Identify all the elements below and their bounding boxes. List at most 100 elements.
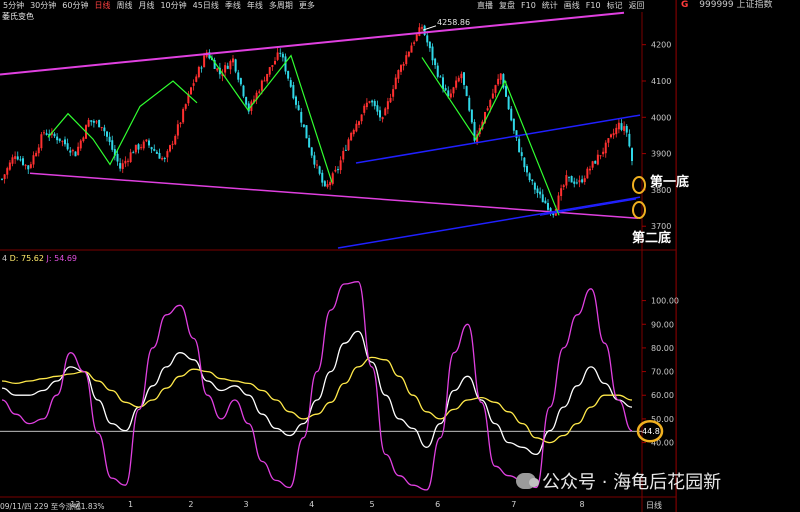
period-tab-daily[interactable]: 日线 <box>646 500 662 511</box>
candle-body <box>308 138 311 148</box>
candle-body <box>373 101 376 107</box>
kdj-tick-label: 60.00 <box>651 391 674 400</box>
candle-body <box>329 182 332 186</box>
candle-body <box>297 105 300 111</box>
candle-body <box>158 153 161 159</box>
candle-body <box>103 127 106 132</box>
candle-body <box>100 127 103 129</box>
candle-body <box>407 51 410 57</box>
candle-body <box>363 105 366 113</box>
candle-body <box>229 61 232 70</box>
watermark-text: 公众号 · 海龟后花园新 <box>542 472 722 493</box>
candle-body <box>586 168 589 179</box>
candle-body <box>145 139 148 142</box>
candle-body <box>148 140 150 146</box>
x-tick-label: 1 <box>128 500 133 509</box>
candle-body <box>45 133 48 135</box>
candle-body <box>536 188 539 193</box>
candle-body <box>628 133 631 147</box>
candle-body <box>599 155 602 157</box>
candle-body <box>242 85 245 97</box>
candle-body <box>560 188 563 197</box>
candle-body <box>19 159 22 161</box>
candle-body <box>281 53 284 58</box>
candle-body <box>184 104 187 109</box>
x-tick-label: 8 <box>580 500 585 509</box>
kdj-tick-label: 100.00 <box>651 297 679 306</box>
candle-body <box>3 174 6 180</box>
candle-body <box>562 185 565 188</box>
candle-body <box>581 179 584 183</box>
candle-body <box>64 139 66 145</box>
candle-body <box>604 142 607 154</box>
lower-trend-line <box>29 172 639 219</box>
candle-body <box>192 83 195 86</box>
candle-body <box>489 100 492 108</box>
candle-body <box>150 147 153 150</box>
candle-body <box>452 87 455 94</box>
candle-body <box>565 175 568 186</box>
blue-channel-lower <box>337 196 641 249</box>
candle-body <box>32 155 35 165</box>
candle-body <box>547 203 549 210</box>
candle-body <box>318 166 321 174</box>
candle-body <box>355 123 358 132</box>
kdj-value-label: 44.8 <box>642 427 660 436</box>
kdj-j-line <box>1 281 633 491</box>
x-tick-label: 2 <box>188 500 193 509</box>
candle-body <box>512 118 515 131</box>
candle-body <box>589 168 591 171</box>
candle-body <box>176 124 179 136</box>
kdj-tick-label: 80.00 <box>651 344 674 353</box>
candle-body <box>449 93 452 98</box>
candle-body <box>426 35 429 43</box>
candle-body <box>594 160 597 164</box>
candle-body <box>79 140 82 149</box>
candle-body <box>295 96 297 105</box>
candle-body <box>35 152 38 157</box>
candle-body <box>127 160 129 162</box>
candle-body <box>279 52 282 54</box>
candle-body <box>116 153 119 162</box>
candle-body <box>106 131 108 137</box>
candle-body <box>507 96 510 110</box>
kdj-tick-label: 90.00 <box>651 320 674 329</box>
candle-body <box>386 101 389 110</box>
candle-body <box>402 64 405 66</box>
candle-body <box>263 80 266 82</box>
candle-body <box>121 163 124 169</box>
candle-body <box>276 52 279 60</box>
candle-body <box>623 126 626 131</box>
candle-body <box>163 158 166 160</box>
candle-body <box>549 208 552 212</box>
candle-body <box>557 195 560 211</box>
candle-body <box>310 147 313 156</box>
candle-body <box>365 102 368 108</box>
candle-body <box>195 76 198 82</box>
chart-canvas[interactable]: 37003800390040004100420040.0050.0060.007… <box>0 0 800 512</box>
candle-body <box>342 150 345 160</box>
candle-body <box>397 70 400 79</box>
candle-body <box>418 27 421 36</box>
first-bottom-label: 第一底 <box>650 174 689 190</box>
wechat-icon <box>516 473 539 489</box>
candle-body <box>266 73 269 82</box>
candle-body <box>620 123 623 130</box>
candle-body <box>174 136 177 145</box>
second-bottom-circle <box>632 201 646 219</box>
candle-body <box>457 77 460 82</box>
candle-body <box>171 143 174 145</box>
candle-body <box>268 67 271 75</box>
candle-body <box>384 108 387 116</box>
candle-body <box>352 129 355 135</box>
candle-body <box>71 149 74 152</box>
status-bar: 09/11/四 229 至今涨幅1.83% <box>0 502 105 511</box>
price-tick-label: 3900 <box>651 150 671 159</box>
candle-body <box>111 140 114 150</box>
candle-body <box>415 34 418 41</box>
watermark: 公众号 · 海龟后花园新 <box>516 468 721 494</box>
kdj-tick-label: 70.00 <box>651 368 674 377</box>
candle-body <box>400 65 402 72</box>
candle-body <box>528 173 531 181</box>
candle-body <box>570 176 573 183</box>
